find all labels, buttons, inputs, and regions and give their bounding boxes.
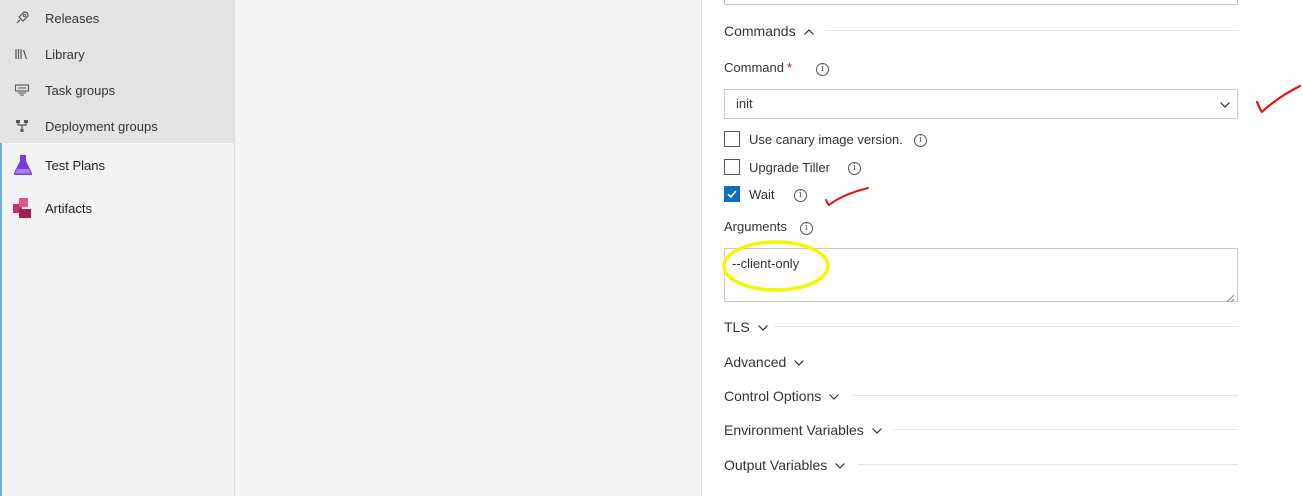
resize-handle-icon[interactable] [1226,290,1235,303]
nav-item-label: Library [45,46,85,62]
nav-item-label: Releases [45,10,100,26]
nav-item-releases[interactable]: Releases [0,0,234,36]
section-environment-variables[interactable]: Environment Variables [724,420,883,440]
checkbox-label: Wait [749,187,775,202]
chevron-down-icon [757,321,769,333]
info-icon[interactable]: i [794,189,807,202]
chevron-up-icon [803,25,815,37]
checkmark-icon [727,190,737,199]
left-navigation: Releases Library Task groups Deployment … [0,0,235,496]
hub-label: Artifacts [45,200,92,216]
nav-item-label: Deployment groups [45,118,158,134]
section-output-variables[interactable]: Output Variables [724,455,846,475]
section-divider [892,429,1238,430]
task-properties-panel: Commands Command * i init Use canary imag… [702,0,1303,496]
checkbox-label: Use canary image version. [749,132,903,147]
command-select-value: init [736,96,753,111]
canary-image-checkbox[interactable] [724,131,740,147]
section-label: Output Variables [724,457,828,473]
pipeline-canvas [235,0,702,496]
section-label: Environment Variables [724,422,864,438]
arguments-label: Arguments [724,219,787,234]
section-label: TLS [724,319,750,335]
command-label-text: Command [724,60,784,75]
nav-item-library[interactable]: Library [0,36,234,72]
library-icon [14,46,30,62]
command-select[interactable]: init [724,89,1238,119]
upgrade-tiller-checkbox[interactable] [724,159,740,175]
rocket-icon [14,10,30,26]
hub-label: Test Plans [45,157,105,173]
info-icon[interactable]: i [800,222,813,235]
nav-item-deployment-groups[interactable]: Deployment groups [0,108,234,144]
chevron-down-icon [793,356,805,368]
section-commands[interactable]: Commands [724,21,815,41]
section-divider [858,464,1238,465]
chevron-down-icon [1219,98,1231,110]
deployment-groups-icon [14,118,30,134]
section-label: Advanced [724,354,787,370]
section-tls[interactable]: TLS [724,317,769,337]
chevron-down-icon [828,390,840,402]
hub-artifacts[interactable]: Artifacts [0,188,234,228]
command-label: Command * [724,60,792,75]
section-label: Commands [724,23,796,39]
section-divider [826,30,1238,31]
task-groups-icon [14,82,30,98]
arguments-textarea[interactable]: --client-only [724,248,1238,303]
nav-item-task-groups[interactable]: Task groups [0,72,234,108]
section-advanced[interactable]: Advanced [724,352,805,372]
info-icon[interactable]: i [816,63,829,76]
previous-field[interactable] [724,0,1238,5]
section-divider [774,326,1238,327]
section-divider [852,395,1238,396]
section-control-options[interactable]: Control Options [724,386,840,406]
section-label: Control Options [724,388,822,404]
arguments-value: --client-only [732,256,800,271]
chevron-down-icon [834,459,846,471]
info-icon[interactable]: i [848,162,861,175]
chevron-down-icon [871,424,883,436]
test-plans-icon [11,153,35,177]
artifacts-icon [11,196,35,220]
nav-item-label: Task groups [45,82,116,98]
wait-checkbox[interactable] [724,186,740,202]
pipelines-subnav: Releases Library Task groups Deployment … [0,0,234,143]
hub-test-plans[interactable]: Test Plans [0,145,234,185]
checkbox-label: Upgrade Tiller [749,160,830,175]
required-mark: * [786,60,793,75]
info-icon[interactable]: i [914,134,927,147]
